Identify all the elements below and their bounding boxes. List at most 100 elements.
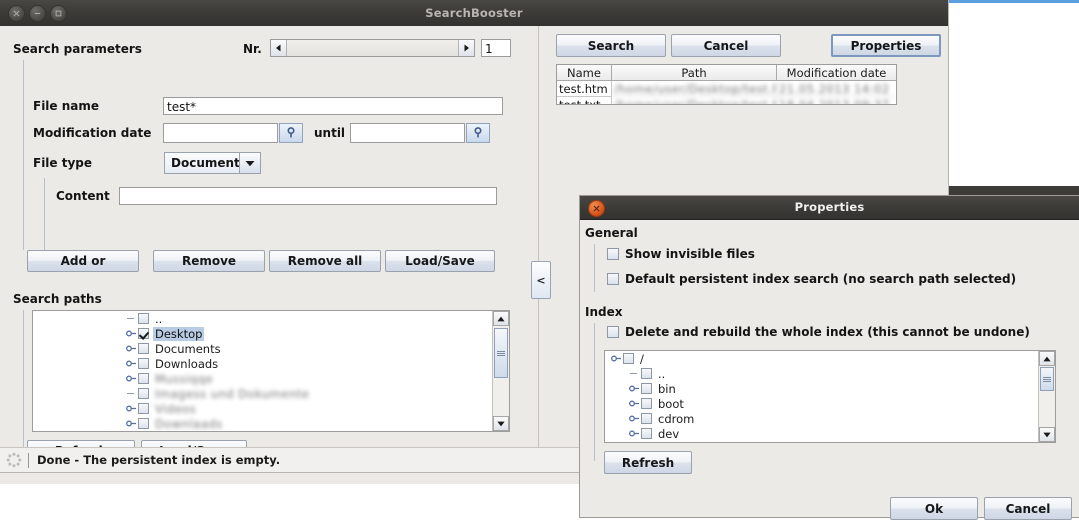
nr-left-arrow-icon[interactable] xyxy=(271,40,286,56)
index-tree-rows[interactable]: /.. bin boot cdrom dev xyxy=(605,351,1039,442)
content-input[interactable] xyxy=(119,187,497,205)
checkbox-default-persistent-index[interactable] xyxy=(607,273,619,285)
index-tree-item[interactable]: boot xyxy=(605,396,1039,411)
add-or-button[interactable]: Add or xyxy=(27,250,139,272)
scroll-down-icon[interactable] xyxy=(493,416,509,431)
search-path-checkbox[interactable] xyxy=(138,403,149,414)
search-paths-scrollbar[interactable] xyxy=(492,311,509,431)
properties-titlebar[interactable]: Properties xyxy=(580,196,1079,220)
key-icon-until[interactable] xyxy=(466,123,490,143)
table-row[interactable]: test.htm/home/user/Desktop/test.htm21.05… xyxy=(557,81,896,97)
search-path-tree-item[interactable]: Downloads xyxy=(33,356,493,371)
file-name-input[interactable]: test* xyxy=(163,97,503,115)
properties-button[interactable]: Properties xyxy=(831,34,941,57)
remove-all-button[interactable]: Remove all xyxy=(269,250,381,272)
load-save-parameters-button[interactable]: Load/Save xyxy=(385,250,495,272)
background-window-titlebar-accent xyxy=(948,0,1079,3)
index-tree-item[interactable]: cdrom xyxy=(605,411,1039,426)
show-invisible-files-label: Show invisible files xyxy=(625,247,755,261)
scrollbar-thumb[interactable] xyxy=(1040,367,1054,391)
index-path-tree[interactable]: /.. bin boot cdrom dev xyxy=(604,350,1056,443)
nr-right-arrow-icon[interactable] xyxy=(459,40,474,56)
tree-expand-icon[interactable] xyxy=(628,429,641,438)
search-path-tree-item[interactable]: .. xyxy=(33,311,493,326)
tree-expand-icon[interactable] xyxy=(125,329,138,338)
search-path-checkbox[interactable] xyxy=(138,343,149,354)
index-tree-checkbox[interactable] xyxy=(641,383,652,394)
refresh-index-button[interactable]: Refresh xyxy=(604,451,692,474)
search-path-tree-item[interactable]: Documents xyxy=(33,341,493,356)
group-rail-parameters xyxy=(23,60,24,250)
nr-scrollbar[interactable] xyxy=(270,39,475,57)
search-path-tree-item[interactable]: Imagess und Dokumente xyxy=(33,386,493,401)
nr-scrollbar-track[interactable] xyxy=(286,40,459,56)
index-tree-checkbox[interactable] xyxy=(641,368,652,379)
tree-expand-icon[interactable] xyxy=(125,359,138,368)
search-path-label: Downlaads xyxy=(155,416,223,431)
column-modification-date[interactable]: Modification date xyxy=(777,65,896,81)
tree-expand-icon[interactable] xyxy=(628,414,641,423)
index-tree-checkbox[interactable] xyxy=(641,398,652,409)
tree-expand-icon[interactable] xyxy=(125,344,138,353)
spinner-icon xyxy=(6,452,22,468)
tree-expand-icon[interactable] xyxy=(125,374,138,383)
default-persistent-index-row[interactable]: Default persistent index search (no sear… xyxy=(607,272,1016,286)
index-tree-checkbox[interactable] xyxy=(623,353,634,364)
search-path-checkbox[interactable] xyxy=(138,313,149,324)
search-paths-tree[interactable]: .. Desktop Documents Downloads Mussiqqe Image… xyxy=(32,310,510,432)
tree-expand-icon[interactable] xyxy=(610,354,623,363)
index-tree-item[interactable]: / xyxy=(605,351,1039,366)
collapse-panel-button[interactable]: < xyxy=(531,261,551,299)
index-tree-item[interactable]: bin xyxy=(605,381,1039,396)
checkbox-delete-rebuild-index[interactable] xyxy=(607,326,619,338)
search-path-checkbox[interactable] xyxy=(138,358,149,369)
main-titlebar[interactable]: SearchBooster xyxy=(0,0,948,27)
until-label: until xyxy=(314,126,346,140)
status-separator xyxy=(28,452,29,468)
index-tree-item[interactable]: .. xyxy=(605,366,1039,381)
cancel-search-button[interactable]: Cancel xyxy=(671,34,781,57)
index-tree-scrollbar[interactable] xyxy=(1038,351,1055,442)
tree-expand-icon[interactable] xyxy=(125,404,138,413)
search-button[interactable]: Search xyxy=(556,34,666,57)
search-path-tree-item[interactable]: Videos xyxy=(33,401,493,416)
tree-expand-icon[interactable] xyxy=(628,399,641,408)
search-parameters-label: Search parameters xyxy=(13,42,142,56)
index-tree-checkbox[interactable] xyxy=(641,428,652,439)
search-paths-label: Search paths xyxy=(13,292,102,306)
file-type-select[interactable]: Document xyxy=(164,152,261,174)
key-icon[interactable] xyxy=(279,123,303,143)
search-paths-tree-rows[interactable]: .. Desktop Documents Downloads Mussiqqe Image… xyxy=(33,311,493,431)
scroll-up-icon[interactable] xyxy=(493,311,509,326)
show-invisible-files-row[interactable]: Show invisible files xyxy=(607,247,755,261)
search-path-checkbox[interactable] xyxy=(138,373,149,384)
results-table-body[interactable]: test.htm/home/user/Desktop/test.htm21.05… xyxy=(557,81,896,104)
scroll-up-icon[interactable] xyxy=(1039,351,1055,366)
remove-button[interactable]: Remove xyxy=(153,250,265,272)
search-path-tree-item[interactable]: Downlaads xyxy=(33,416,493,431)
panel-splitter[interactable] xyxy=(524,26,556,447)
search-path-checkbox[interactable] xyxy=(138,328,149,339)
delete-rebuild-index-row[interactable]: Delete and rebuild the whole index (this… xyxy=(607,325,1030,339)
search-path-checkbox[interactable] xyxy=(138,418,149,429)
search-path-label: Desktop xyxy=(153,326,205,341)
index-tree-checkbox[interactable] xyxy=(641,413,652,424)
column-name[interactable]: Name xyxy=(557,65,612,81)
search-path-tree-item[interactable]: Mussiqqe xyxy=(33,371,493,386)
scrollbar-thumb[interactable] xyxy=(494,328,508,378)
checkbox-show-invisible-files[interactable] xyxy=(607,248,619,260)
index-section-label: Index xyxy=(585,305,623,319)
results-table[interactable]: Name Path Modification date test.htm/hom… xyxy=(556,64,897,105)
scroll-down-icon[interactable] xyxy=(1039,427,1055,442)
tree-expand-icon[interactable] xyxy=(628,384,641,393)
search-path-tree-item[interactable]: Desktop xyxy=(33,326,493,341)
modification-date-to-input[interactable] xyxy=(350,123,465,143)
search-path-checkbox[interactable] xyxy=(138,388,149,399)
modification-date-from-input[interactable] xyxy=(163,123,278,143)
column-path[interactable]: Path xyxy=(612,65,777,81)
nr-value-field[interactable]: 1 xyxy=(481,39,511,57)
index-tree-item[interactable]: dev xyxy=(605,426,1039,441)
tree-expand-icon[interactable] xyxy=(125,419,138,428)
table-row[interactable]: test.txt/home/user/Desktop/test.txt 18.04… xyxy=(557,97,896,104)
chevron-down-icon[interactable] xyxy=(239,152,261,174)
